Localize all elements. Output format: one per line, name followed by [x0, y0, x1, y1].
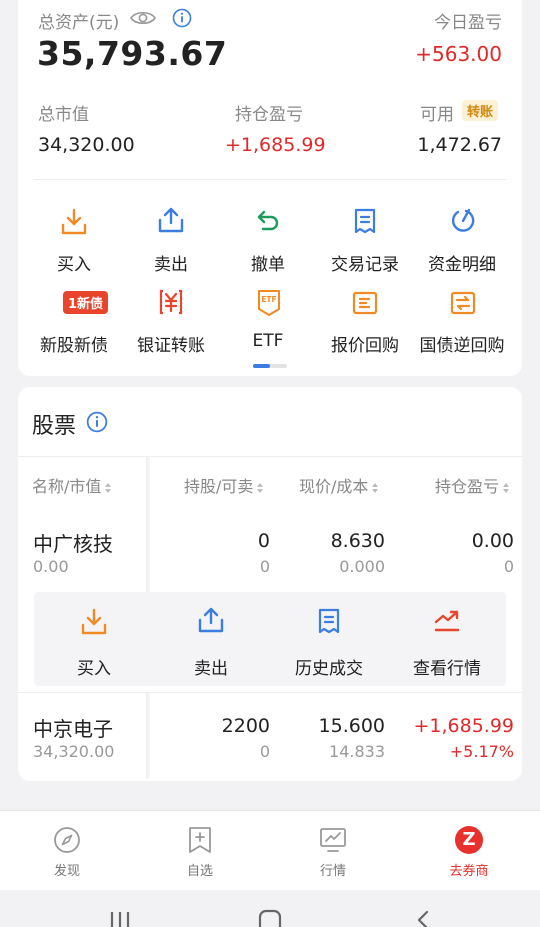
- today-pnl-value: +563.00: [415, 42, 502, 66]
- etf-icon[interactable]: ETF: [256, 289, 282, 317]
- tab-discover-label: 发现: [53, 864, 80, 879]
- trade-record-icon[interactable]: [352, 207, 378, 235]
- tab-broker-label: 去券商: [449, 864, 489, 879]
- col-header-price-text: 现价/成本: [299, 477, 369, 496]
- row-history-button[interactable]: 历史成交: [274, 654, 384, 679]
- tab-market[interactable]: 行情: [293, 824, 373, 882]
- sell-icon[interactable]: [198, 606, 224, 634]
- action-etf-label[interactable]: ETF: [213, 331, 323, 351]
- recent-apps-icon[interactable]: [109, 910, 131, 927]
- col-header-holding[interactable]: 持股/可卖: [184, 473, 264, 497]
- broker-logo-icon: Z: [455, 826, 483, 854]
- stock-name: 中京电子: [33, 717, 113, 741]
- stock-price: 15.600: [318, 715, 385, 737]
- sort-icon: [257, 482, 264, 493]
- market-value: 34,320.00: [38, 134, 135, 156]
- action-ipo-label[interactable]: 新股新债: [19, 331, 129, 356]
- stock-holding: 2200: [221, 715, 270, 737]
- action-bank-transfer-label[interactable]: 银证转账: [116, 331, 226, 356]
- tab-watchlist-label: 自选: [186, 864, 213, 879]
- info-icon[interactable]: [86, 411, 108, 433]
- action-sell-label[interactable]: 卖出: [116, 250, 226, 275]
- action-buy-label[interactable]: 买入: [19, 250, 129, 275]
- col-header-pnl-text: 持仓盈亏: [435, 477, 500, 496]
- monitor-chart-icon: [319, 827, 347, 853]
- history-trades-icon[interactable]: [316, 607, 342, 635]
- stock-sellable: 0: [259, 742, 270, 761]
- available-value: 1,472.67: [417, 134, 502, 156]
- stock-cost: 14.833: [329, 742, 385, 761]
- stock-price: 8.630: [330, 530, 385, 552]
- etf-icon-text: ETF: [261, 295, 276, 304]
- available-label: 可用: [420, 105, 454, 125]
- sort-icon: [105, 482, 112, 493]
- eye-icon[interactable]: [130, 9, 156, 27]
- tab-watchlist[interactable]: 自选: [160, 824, 240, 882]
- stock-sellable: 0: [259, 557, 270, 576]
- broker-logo-glyph: Z: [462, 829, 476, 850]
- reverse-repo-icon[interactable]: [450, 290, 476, 316]
- col-header-name[interactable]: 名称/市值: [32, 473, 112, 497]
- market-value-label: 总市值: [38, 105, 89, 125]
- col-header-name-text: 名称/市值: [32, 477, 102, 496]
- col-header-pnl[interactable]: 持仓盈亏: [435, 473, 510, 497]
- page-indicator-active: [253, 364, 270, 368]
- stock-pnl: 0.00: [471, 530, 514, 552]
- bookmark-add-icon: [187, 826, 213, 854]
- sort-icon: [503, 482, 510, 493]
- stock-pnl-pct: 0: [503, 557, 514, 576]
- col-header-price[interactable]: 现价/成本: [299, 473, 379, 497]
- row-quote-button[interactable]: 查看行情: [392, 654, 502, 679]
- total-assets-value: 35,793.67: [37, 34, 228, 73]
- undo-icon[interactable]: [255, 208, 281, 234]
- stocks-title: 股票: [32, 414, 77, 439]
- total-assets-label: 总资产(元): [38, 13, 120, 33]
- home-icon[interactable]: [258, 909, 282, 927]
- trend-chart-icon[interactable]: [433, 608, 461, 634]
- tab-broker[interactable]: Z 去券商: [429, 824, 509, 882]
- stock-market-value: 34,320.00: [33, 742, 115, 761]
- new-bond-badge: 1新债: [63, 291, 109, 314]
- tab-discover[interactable]: 发现: [27, 824, 107, 882]
- row-buy-button[interactable]: 买入: [39, 654, 149, 679]
- row-sell-button[interactable]: 卖出: [156, 654, 266, 679]
- divider: [18, 456, 522, 457]
- stock-pnl: +1,685.99: [413, 715, 514, 737]
- bank-transfer-icon[interactable]: [158, 288, 184, 316]
- stock-cost: 0.000: [339, 557, 385, 576]
- today-pnl-label: 今日盈亏: [434, 13, 502, 33]
- stock-name: 中广核技: [33, 532, 113, 556]
- stock-holding: 0: [257, 530, 270, 552]
- info-icon[interactable]: [172, 8, 192, 28]
- transfer-badge[interactable]: 转账: [462, 100, 499, 121]
- quote-repo-icon[interactable]: [352, 290, 378, 316]
- action-cancel-label[interactable]: 撤单: [213, 250, 323, 275]
- action-quote-repo-label[interactable]: 报价回购: [310, 331, 420, 356]
- holding-pnl-label: 持仓盈亏: [235, 105, 303, 125]
- fund-detail-icon[interactable]: [450, 207, 476, 235]
- sell-icon[interactable]: [158, 206, 184, 234]
- back-icon[interactable]: [415, 910, 431, 927]
- tab-market-label: 行情: [319, 864, 346, 879]
- divider: [34, 179, 506, 180]
- stock-pnl-pct: +5.17%: [449, 742, 514, 761]
- compass-icon: [53, 826, 81, 854]
- buy-icon[interactable]: [81, 608, 107, 636]
- stock-market-value: 0.00: [33, 557, 69, 576]
- col-header-holding-text: 持股/可卖: [184, 477, 254, 496]
- action-fund-detail-label[interactable]: 资金明细: [407, 250, 517, 275]
- sort-icon: [372, 482, 379, 493]
- action-reverse-repo-label[interactable]: 国债逆回购: [407, 331, 517, 356]
- action-trade-record-label[interactable]: 交易记录: [310, 250, 420, 275]
- buy-icon[interactable]: [61, 208, 87, 236]
- page-indicator: [253, 364, 287, 368]
- holding-pnl-value: +1,685.99: [225, 134, 326, 156]
